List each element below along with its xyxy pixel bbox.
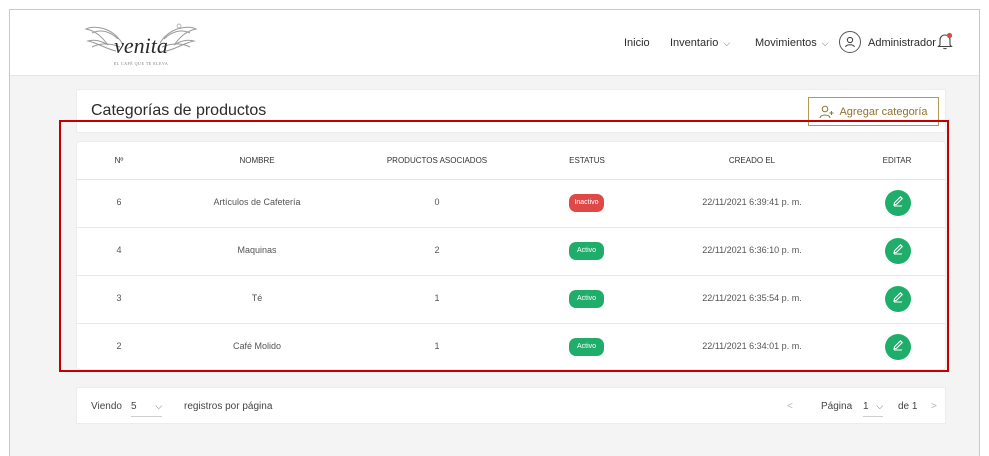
per-page-select[interactable]: 5 ⌵	[131, 401, 163, 417]
chevron-down-icon: ⌵	[821, 38, 829, 48]
prev-page-icon[interactable]: <	[787, 401, 793, 412]
venita-logo[interactable]: venita EL CAFÉ QUE TE ELEVA	[82, 17, 200, 69]
chevron-down-icon: ⌵	[155, 401, 163, 411]
viewing-label: Viendo	[91, 401, 122, 412]
user-name[interactable]: Administrador	[868, 37, 936, 49]
logo-tagline: EL CAFÉ QUE TE ELEVA	[113, 61, 169, 66]
nav-movimientos[interactable]: Movimientos ⌵	[755, 37, 829, 49]
user-avatar[interactable]	[839, 31, 861, 53]
page-select[interactable]: 1 ⌵	[863, 401, 884, 417]
page-total: de 1	[898, 401, 918, 412]
next-page-icon[interactable]: >	[931, 401, 937, 412]
pagination-bar: Viendo 5 ⌵ registros por página < Página…	[76, 387, 946, 424]
selection-highlight	[59, 120, 949, 372]
nav-inventario[interactable]: Inventario ⌵	[670, 37, 730, 49]
chevron-down-icon: ⌵	[876, 401, 884, 411]
nav-inventario-label: Inventario	[670, 37, 719, 49]
per-page-suffix: registros por página	[184, 401, 273, 412]
nav-inicio[interactable]: Inicio	[624, 37, 650, 49]
add-category-label: Agregar categoría	[839, 105, 928, 118]
bell-icon[interactable]	[937, 32, 953, 50]
per-page-value: 5	[131, 401, 137, 412]
svg-text:venita: venita	[114, 33, 168, 58]
page-title: Categorías de productos	[91, 102, 267, 119]
add-user-icon	[819, 105, 834, 118]
top-navbar: venita EL CAFÉ QUE TE ELEVA Inicio Inven…	[10, 10, 979, 76]
nav-inicio-label: Inicio	[624, 37, 650, 49]
user-icon	[844, 36, 856, 48]
nav-movimientos-label: Movimientos	[755, 37, 817, 49]
page-label: Página	[821, 401, 853, 412]
chevron-down-icon: ⌵	[723, 38, 731, 48]
current-page-value: 1	[863, 401, 869, 412]
